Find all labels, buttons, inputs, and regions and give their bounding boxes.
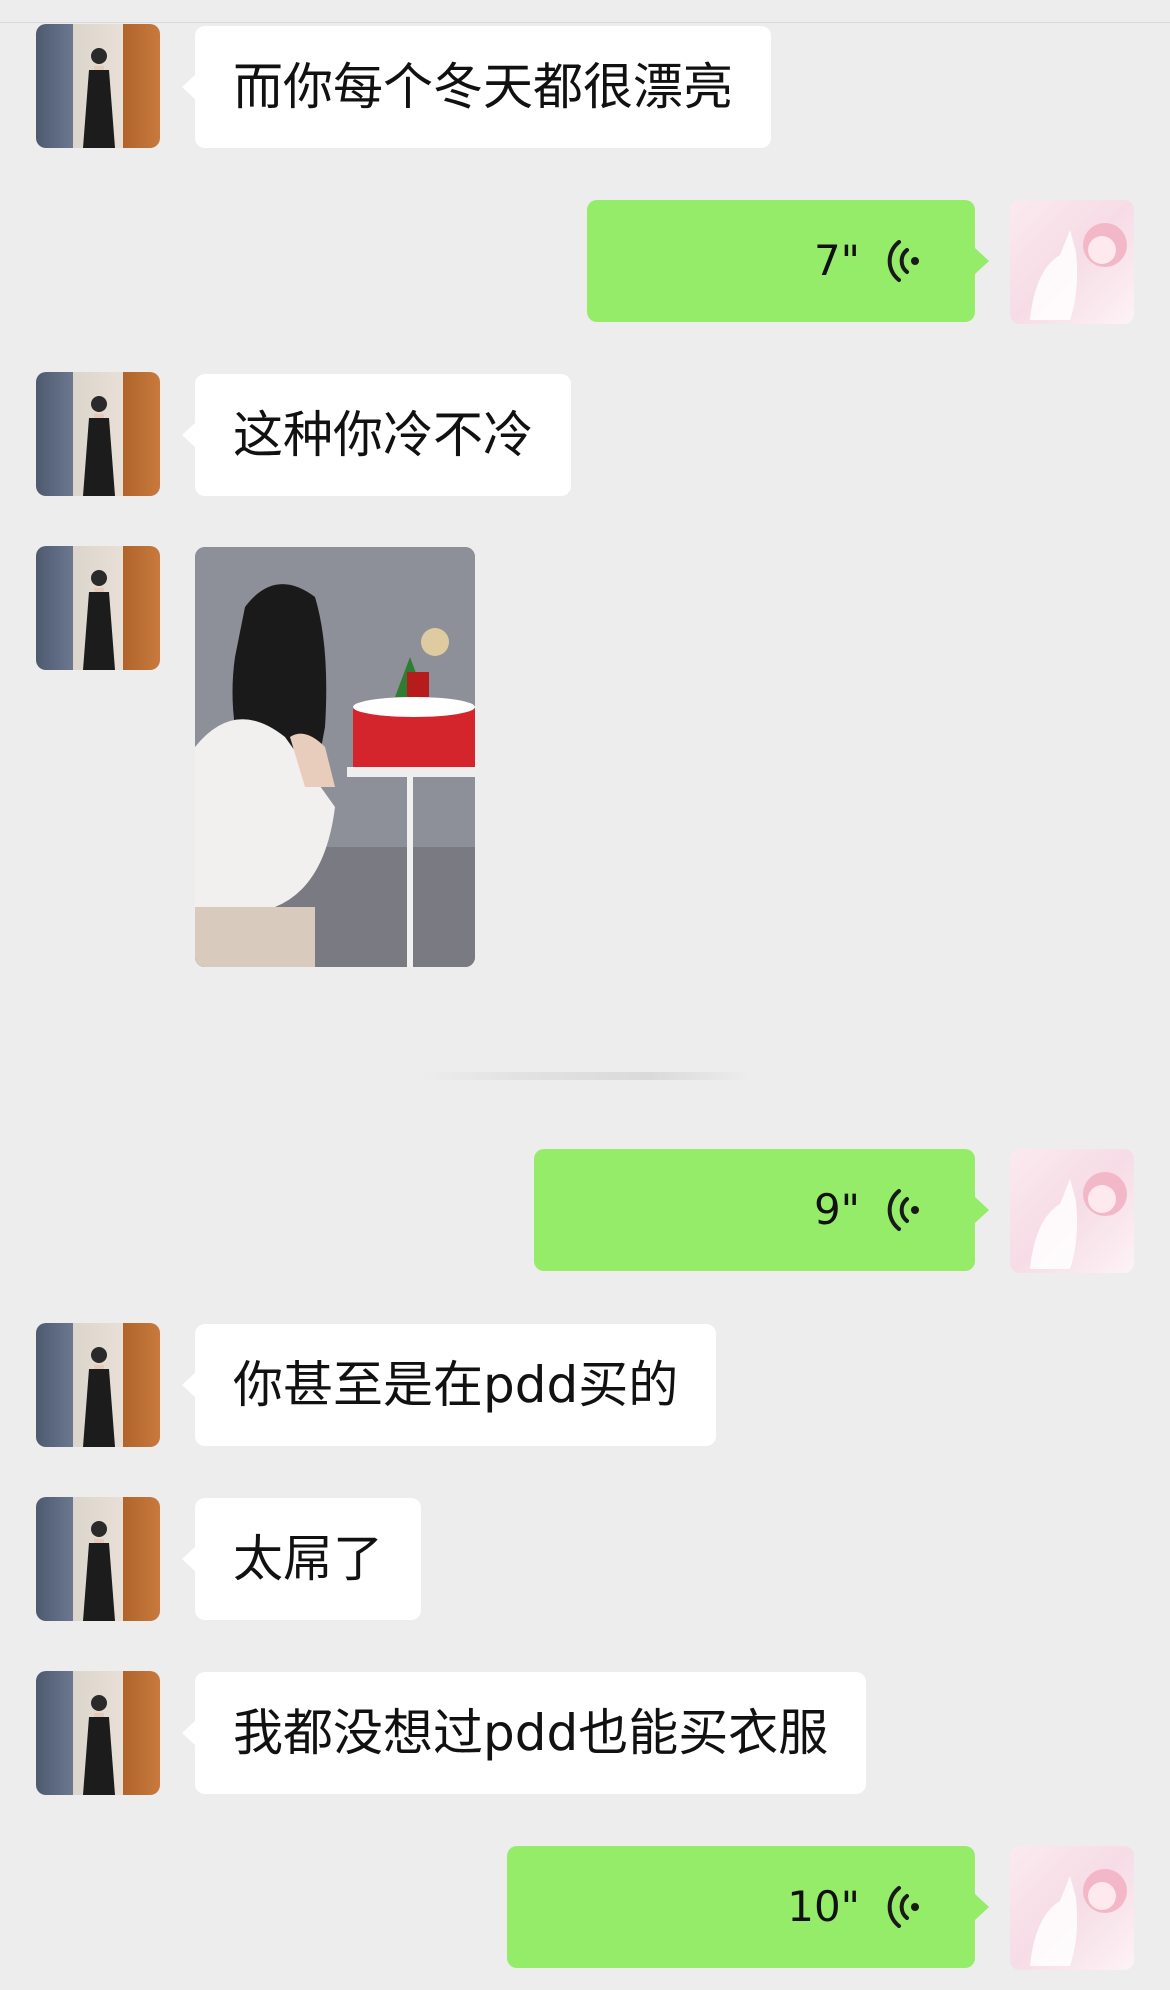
my-avatar[interactable] [1010, 1846, 1134, 1970]
message-row: 7" [0, 198, 1170, 324]
message-row: 你甚至是在pdd买的 [0, 1323, 1170, 1449]
message-row [0, 546, 1170, 970]
message-text: 你甚至是在pdd买的 [233, 1356, 679, 1414]
voice-wave-icon [887, 1886, 919, 1928]
contact-avatar[interactable] [36, 372, 160, 496]
message-text: 太屌了 [233, 1530, 383, 1588]
photo-message[interactable] [195, 547, 475, 967]
voice-duration: 10" [787, 1882, 860, 1931]
message-bubble[interactable]: 这种你冷不冷 [182, 374, 571, 496]
voice-message-bubble[interactable]: 7" [587, 200, 989, 322]
message-text: 而你每个冬天都很漂亮 [233, 58, 733, 116]
top-separator [0, 0, 1170, 23]
message-row: 而你每个冬天都很漂亮 [0, 24, 1170, 150]
message-bubble[interactable]: 我都没想过pdd也能买衣服 [181, 1672, 867, 1794]
voice-duration: 7" [813, 236, 860, 285]
message-row: 10" [0, 1845, 1170, 1971]
voice-wave-icon [887, 1189, 919, 1231]
voice-message-bubble[interactable]: 9" [534, 1149, 989, 1271]
contact-avatar[interactable] [36, 24, 160, 148]
contact-avatar[interactable] [36, 1671, 160, 1795]
contact-avatar[interactable] [36, 1497, 160, 1621]
message-bubble[interactable]: 你甚至是在pdd买的 [181, 1324, 717, 1446]
voice-message-bubble[interactable]: 10" [507, 1846, 989, 1968]
message-row: 9" [0, 1149, 1170, 1275]
message-bubble[interactable]: 而你每个冬天都很漂亮 [182, 26, 771, 148]
voice-wave-icon [887, 240, 919, 282]
divider [420, 1072, 750, 1080]
contact-avatar[interactable] [36, 546, 160, 670]
message-text: 这种你冷不冷 [233, 406, 533, 464]
message-row: 这种你冷不冷 [0, 372, 1170, 498]
message-bubble[interactable]: 太屌了 [182, 1498, 421, 1620]
message-row: 我都没想过pdd也能买衣服 [0, 1671, 1170, 1797]
my-avatar[interactable] [1010, 1149, 1134, 1273]
voice-duration: 9" [813, 1185, 860, 1234]
my-avatar[interactable] [1010, 200, 1134, 324]
message-row: 太屌了 [0, 1497, 1170, 1623]
contact-avatar[interactable] [36, 1323, 160, 1447]
message-text: 我都没想过pdd也能买衣服 [233, 1704, 829, 1762]
